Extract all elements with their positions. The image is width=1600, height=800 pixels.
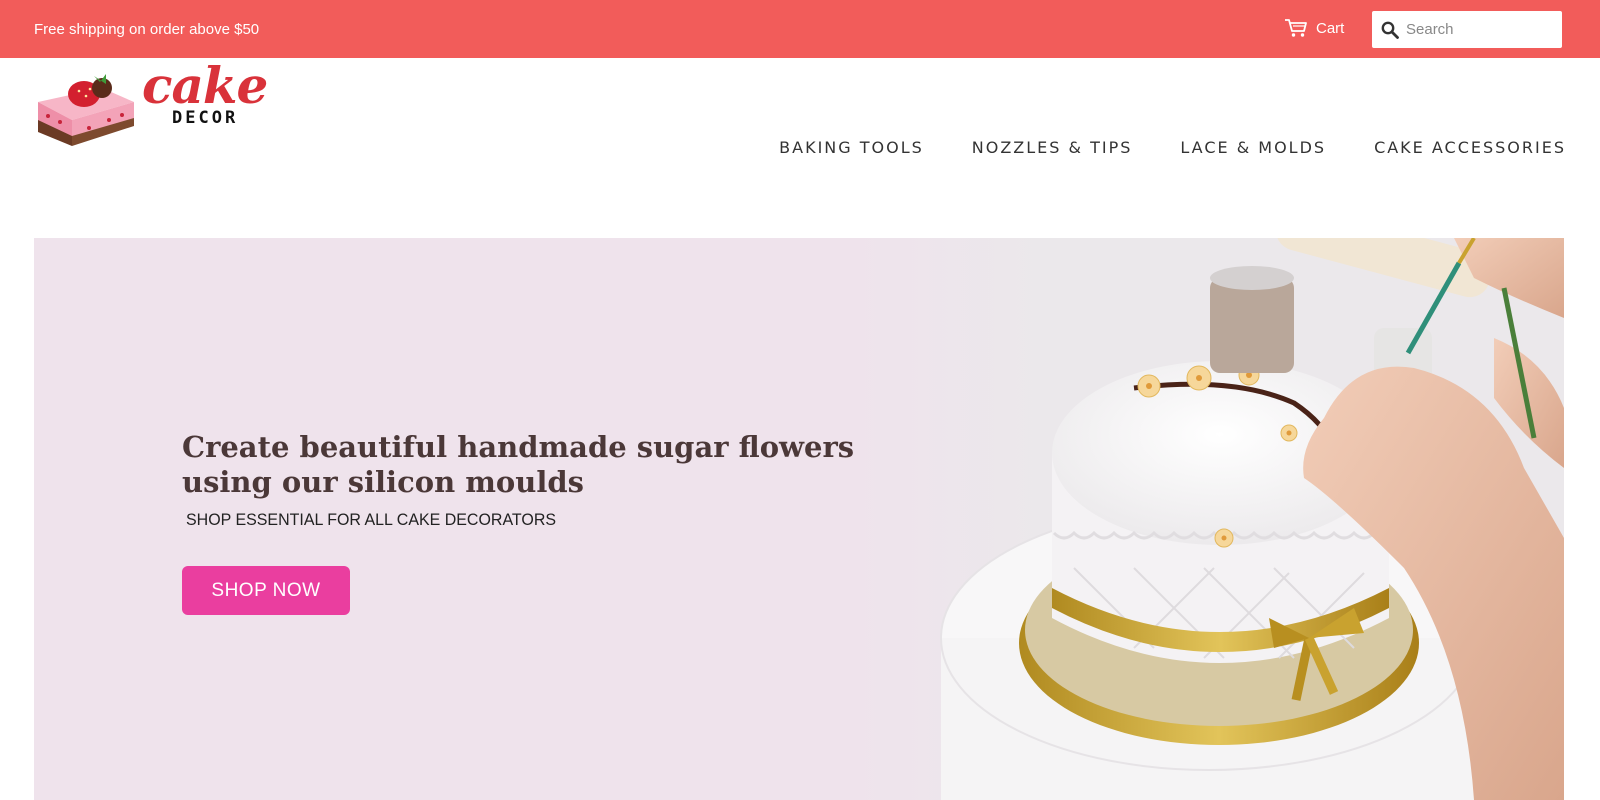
search-box[interactable]	[1372, 11, 1562, 48]
logo-word-cake: cake	[142, 56, 268, 115]
main-nav: BAKING TOOLS NOZZLES & TIPS LACE & MOLDS…	[779, 138, 1566, 157]
site-logo[interactable]: cake DECOR	[34, 58, 284, 148]
nav-item-nozzles-tips[interactable]: NOZZLES & TIPS	[972, 138, 1133, 157]
free-shipping-text: Free shipping on order above $50	[34, 21, 260, 38]
hero-subtitle: SHOP ESSENTIAL FOR ALL CAKE DECORATORS	[186, 510, 557, 529]
hero-title-line-2: using our silicon moulds	[182, 465, 584, 499]
hero-banner[interactable]: Create beautiful handmade sugar flowers …	[34, 238, 1564, 800]
logo-word-decor: DECOR	[172, 108, 239, 128]
nav-item-lace-molds[interactable]: LACE & MOLDS	[1180, 138, 1326, 157]
nav-item-cake-accessories[interactable]: CAKE ACCESSORIES	[1374, 138, 1566, 157]
cart-link[interactable]: Cart	[1284, 18, 1344, 38]
shop-now-button[interactable]: SHOP NOW	[182, 566, 350, 615]
cart-label: Cart	[1316, 19, 1345, 37]
search-input[interactable]	[1402, 14, 1552, 45]
nav-item-baking-tools[interactable]: BAKING TOOLS	[779, 138, 924, 157]
hero-title-line-1: Create beautiful handmade sugar flowers	[182, 430, 855, 464]
announcement-bar: Free shipping on order above $50 Cart	[0, 0, 1600, 58]
hero-title: Create beautiful handmade sugar flowers …	[182, 430, 882, 500]
cart-icon	[1284, 18, 1308, 38]
search-icon[interactable]	[1372, 11, 1402, 48]
